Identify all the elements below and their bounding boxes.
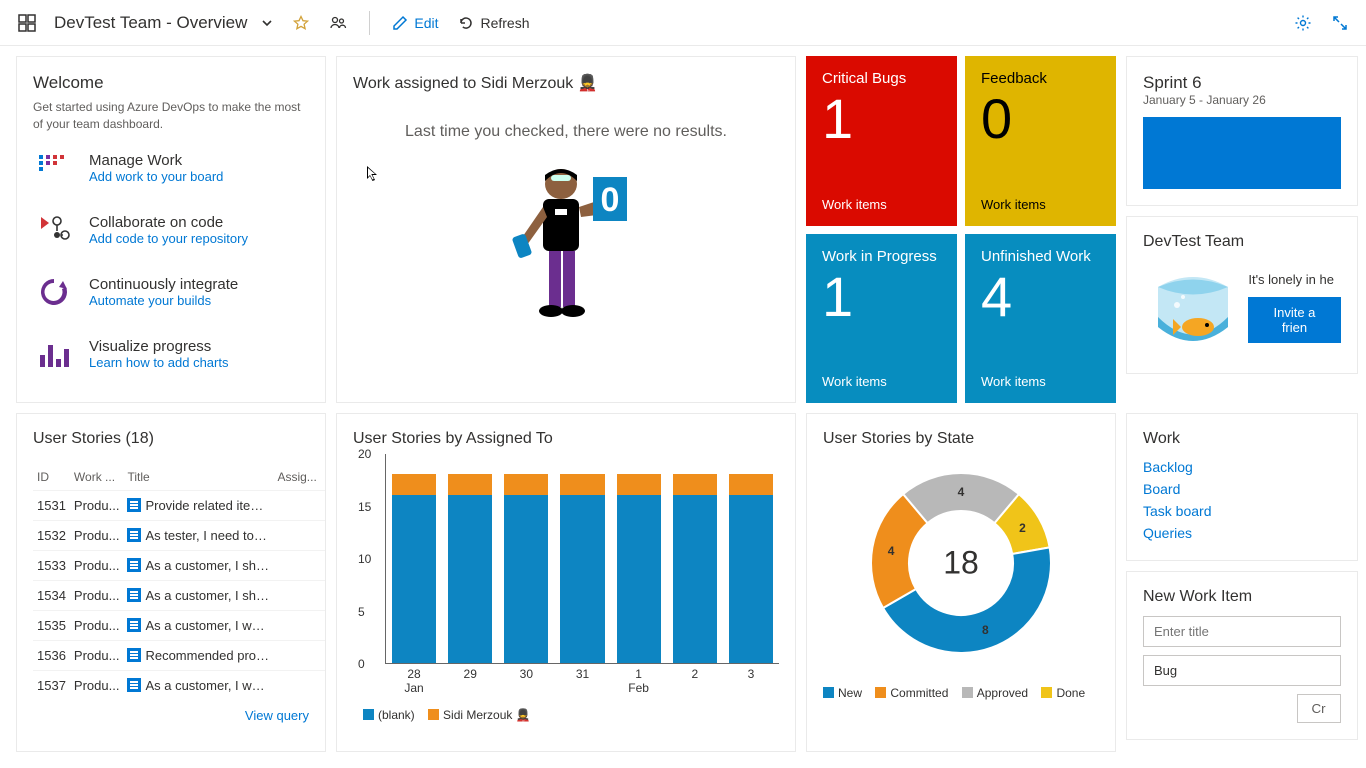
welcome-item-link[interactable]: Add work to your board: [89, 169, 223, 184]
welcome-item-integrate[interactable]: Continuously integrateAutomate your buil…: [33, 271, 309, 313]
tile-feedback[interactable]: Feedback 0 Work items: [965, 56, 1116, 226]
stacked-chart-card: User Stories by Assigned To 0510152028Ja…: [336, 413, 796, 752]
user-stories-card: User Stories (18) ID Work ... Title Assi…: [16, 413, 326, 752]
user-story-icon: [127, 618, 141, 632]
visualize-icon: [33, 333, 75, 375]
table-row[interactable]: 1537Produ...As a customer, I would li...…: [33, 671, 326, 701]
edit-label: Edit: [414, 15, 438, 31]
welcome-item-manage-work[interactable]: Manage WorkAdd work to your board: [33, 147, 309, 189]
stacked-chart-title: User Stories by Assigned To: [353, 430, 779, 448]
welcome-lead: Get started using Azure DevOps to make t…: [33, 99, 309, 133]
donut-card: User Stories by State 18 2844 New Commit…: [806, 413, 1116, 752]
welcome-item-link[interactable]: Add code to your repository: [89, 231, 248, 246]
table-row[interactable]: 1531Produ...Provide related items or ...…: [33, 491, 326, 521]
empty-state-illustration: 0: [501, 159, 631, 329]
welcome-item-collaborate[interactable]: Collaborate on codeAdd code to your repo…: [33, 209, 309, 251]
stacked-bar-chart: 0510152028Jan2930311Feb23: [385, 454, 779, 664]
user-story-icon: [127, 648, 141, 662]
welcome-item-link[interactable]: Automate your builds: [89, 293, 238, 308]
refresh-label: Refresh: [480, 15, 529, 31]
table-row[interactable]: 1533Produ...As a customer, I should ...N…: [33, 551, 326, 581]
invite-text: It's lonely in he: [1248, 272, 1340, 287]
welcome-item-link[interactable]: Learn how to add charts: [89, 355, 228, 370]
fullscreen-icon[interactable]: [1326, 11, 1354, 35]
table-row[interactable]: 1535Produ...As a customer, I would li...…: [33, 611, 326, 641]
new-wi-type-select[interactable]: Bug: [1143, 655, 1341, 686]
header-toolbar: DevTest Team - Overview Edit Refresh: [0, 0, 1366, 46]
sprint-burndown-bar: [1143, 117, 1341, 189]
separator: [369, 11, 370, 35]
stories-table: ID Work ... Title Assig... State 1531Pro…: [33, 464, 326, 700]
dashboard-icon[interactable]: [12, 10, 42, 36]
welcome-title: Welcome: [33, 73, 309, 93]
collaborate-icon: [33, 209, 75, 251]
welcome-item-title: Visualize progress: [89, 338, 228, 355]
new-wi-title: New Work Item: [1143, 588, 1341, 606]
link-board[interactable]: Board: [1143, 478, 1341, 500]
create-button[interactable]: Cr: [1297, 694, 1341, 723]
refresh-button[interactable]: Refresh: [452, 11, 535, 35]
col-wit[interactable]: Work ...: [70, 464, 124, 491]
user-story-icon: [127, 498, 141, 512]
col-id[interactable]: ID: [33, 464, 70, 491]
link-taskboard[interactable]: Task board: [1143, 500, 1341, 522]
work-links-title: Work: [1143, 430, 1341, 448]
user-story-icon: [127, 588, 141, 602]
work-assigned-title: Work assigned to Sidi Merzouk 💂: [353, 73, 779, 93]
view-query-link[interactable]: View query: [33, 708, 309, 723]
edit-button[interactable]: Edit: [386, 11, 444, 35]
col-assigned[interactable]: Assig...: [273, 464, 320, 491]
tile-unfinished-work[interactable]: Unfinished Work 4 Work items: [965, 234, 1116, 404]
welcome-card: Welcome Get started using Azure DevOps t…: [16, 56, 326, 403]
new-wi-title-input[interactable]: [1143, 616, 1341, 647]
welcome-item-title: Continuously integrate: [89, 276, 238, 293]
col-state[interactable]: State: [321, 464, 326, 491]
donut-legend: New Committed Approved Done: [823, 686, 1099, 700]
sprint-range: January 5 - January 26: [1143, 93, 1341, 107]
user-story-icon: [127, 558, 141, 572]
tiles-grid: Critical Bugs 1 Work items Feedback 0 Wo…: [806, 56, 1116, 403]
link-backlog[interactable]: Backlog: [1143, 456, 1341, 478]
table-row[interactable]: 1536Produ...Recommended products...New: [33, 641, 326, 671]
manage-work-icon: [33, 147, 75, 189]
donut-chart: 18 2844: [856, 458, 1066, 668]
svg-text:0: 0: [601, 181, 620, 219]
table-row[interactable]: 1534Produ...As a customer, I should ...N…: [33, 581, 326, 611]
fishbowl-icon: [1143, 257, 1236, 357]
user-story-icon: [127, 528, 141, 542]
dashboard-grid: Welcome Get started using Azure DevOps t…: [0, 46, 1366, 768]
link-queries[interactable]: Queries: [1143, 522, 1341, 544]
tile-work-in-progress[interactable]: Work in Progress 1 Work items: [806, 234, 957, 404]
invite-friend-button[interactable]: Invite a frien: [1248, 297, 1340, 343]
welcome-item-title: Manage Work: [89, 152, 223, 169]
stacked-chart-legend: (blank) Sidi Merzouk 💂: [353, 708, 779, 722]
invite-card: DevTest Team It's lonely in he Invite a …: [1126, 216, 1358, 374]
tile-critical-bugs[interactable]: Critical Bugs 1 Work items: [806, 56, 957, 226]
dashboard-title[interactable]: DevTest Team - Overview: [54, 13, 247, 33]
donut-title: User Stories by State: [823, 430, 1099, 448]
work-assigned-card: Work assigned to Sidi Merzouk 💂 Last tim…: [336, 56, 796, 403]
sprint-title: Sprint 6: [1143, 73, 1341, 93]
work-links-card: Work Backlog Board Task board Queries: [1126, 413, 1358, 561]
welcome-item-visualize[interactable]: Visualize progressLearn how to add chart…: [33, 333, 309, 375]
favorite-star-icon[interactable]: [287, 11, 315, 35]
welcome-item-title: Collaborate on code: [89, 214, 248, 231]
title-dropdown-chevron-icon[interactable]: [255, 13, 279, 33]
table-row[interactable]: 1532Produ...As tester, I need to test t.…: [33, 521, 326, 551]
integrate-icon: [33, 271, 75, 313]
col-title[interactable]: Title: [123, 464, 273, 491]
donut-total: 18: [943, 545, 979, 582]
team-icon[interactable]: [323, 10, 353, 36]
empty-message: Last time you checked, there were no res…: [353, 123, 779, 141]
settings-gear-icon[interactable]: [1288, 10, 1318, 36]
new-work-item-card: New Work Item Bug Cr: [1126, 571, 1358, 740]
sprint-card[interactable]: Sprint 6 January 5 - January 26: [1126, 56, 1358, 206]
stories-title: User Stories (18): [33, 430, 309, 448]
invite-title: DevTest Team: [1143, 233, 1341, 251]
user-story-icon: [127, 678, 141, 692]
